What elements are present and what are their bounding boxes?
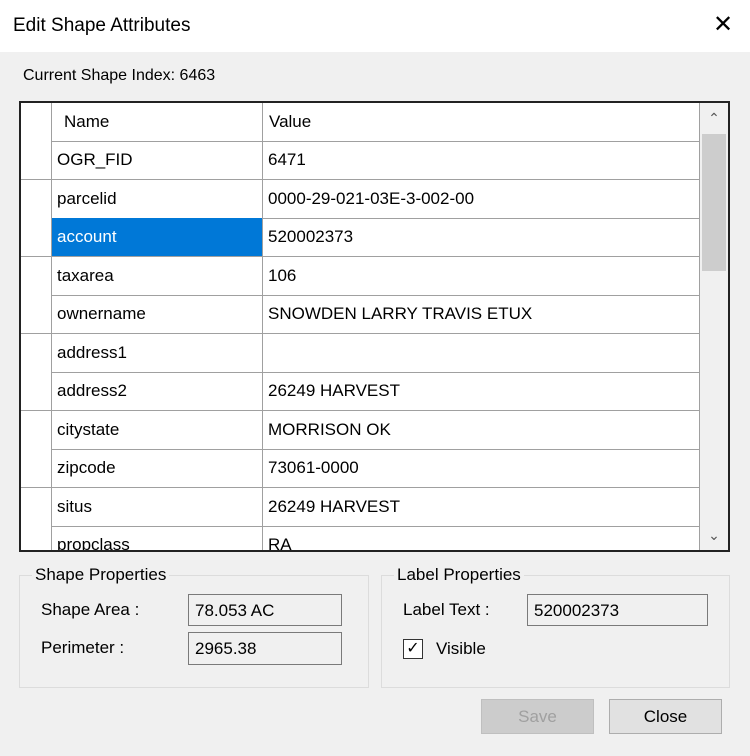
scroll-up-icon[interactable]: ⌃: [700, 103, 728, 133]
row-header[interactable]: [21, 218, 52, 257]
row-header-corner: [21, 103, 52, 142]
current-shape-index: Current Shape Index: 6463: [23, 67, 216, 84]
label-text-label: Label Text :: [403, 600, 490, 619]
scroll-down-icon[interactable]: ⌄: [700, 520, 728, 550]
visible-label[interactable]: Visible: [436, 639, 486, 659]
name-cell[interactable]: ownername: [52, 295, 263, 334]
table-row[interactable]: ownername SNOWDEN LARRY TRAVIS ETUX: [21, 295, 700, 334]
name-cell[interactable]: zipcode: [52, 449, 263, 488]
table-row[interactable]: account 520002373: [21, 218, 700, 257]
attribute-grid[interactable]: Name Value OGR_FID 6471 parcelid 0000-29-02…: [19, 101, 730, 552]
scroll-thumb[interactable]: [702, 134, 726, 271]
value-cell[interactable]: RA: [263, 526, 700, 550]
name-cell[interactable]: OGR_FID: [52, 141, 263, 180]
name-cell[interactable]: address2: [52, 372, 263, 411]
value-cell[interactable]: MORRISON OK: [263, 410, 700, 450]
table-row[interactable]: parcelid 0000-29-021-03E-3-002-00: [21, 179, 700, 219]
name-cell[interactable]: parcelid: [52, 179, 263, 219]
label-properties-title: Label Properties: [394, 565, 524, 585]
name-cell[interactable]: address1: [52, 333, 263, 373]
table-row[interactable]: zipcode 73061-0000: [21, 449, 700, 488]
table-row[interactable]: citystate MORRISON OK: [21, 410, 700, 450]
value-cell[interactable]: SNOWDEN LARRY TRAVIS ETUX: [263, 295, 700, 334]
value-cell[interactable]: 6471: [263, 141, 700, 180]
row-header[interactable]: [21, 526, 52, 550]
value-cell[interactable]: 520002373: [263, 218, 700, 257]
name-cell[interactable]: citystate: [52, 410, 263, 450]
shape-area-label: Shape Area :: [41, 600, 140, 619]
value-cell[interactable]: 0000-29-021-03E-3-002-00: [263, 179, 700, 219]
column-header-name[interactable]: Name: [52, 103, 263, 142]
row-header[interactable]: [21, 179, 52, 219]
visible-checkbox[interactable]: ✓: [403, 639, 423, 659]
column-header-value[interactable]: Value: [263, 103, 700, 142]
label-properties-group: Label Properties: [381, 565, 730, 688]
table-row[interactable]: situs 26249 HARVEST: [21, 487, 700, 527]
value-cell[interactable]: 73061-0000: [263, 449, 700, 488]
window-title: Edit Shape Attributes: [13, 15, 191, 36]
table-row[interactable]: OGR_FID 6471: [21, 141, 700, 180]
perimeter-label: Perimeter :: [41, 638, 125, 657]
save-button[interactable]: Save: [481, 699, 594, 734]
table-row[interactable]: propclass RA: [21, 526, 700, 550]
row-header[interactable]: [21, 256, 52, 296]
row-header[interactable]: [21, 141, 52, 180]
name-cell[interactable]: taxarea: [52, 256, 263, 296]
row-header[interactable]: [21, 295, 52, 334]
value-cell[interactable]: 106: [263, 256, 700, 296]
row-header[interactable]: [21, 449, 52, 488]
shape-properties-title: Shape Properties: [32, 565, 170, 585]
close-button[interactable]: Close: [609, 699, 722, 734]
shape-area-field: 78.053 AC: [188, 594, 342, 626]
grid-header: Name Value: [21, 103, 700, 142]
close-icon[interactable]: ✕: [708, 10, 738, 40]
perimeter-field: 2965.38: [188, 632, 342, 665]
name-cell[interactable]: propclass: [52, 526, 263, 550]
vertical-scrollbar[interactable]: ⌃ ⌄: [700, 103, 728, 550]
row-header[interactable]: [21, 487, 52, 527]
label-text-input[interactable]: 520002373: [527, 594, 708, 626]
table-row[interactable]: address2 26249 HARVEST: [21, 372, 700, 411]
name-cell[interactable]: situs: [52, 487, 263, 527]
table-row[interactable]: taxarea 106: [21, 256, 700, 296]
row-header[interactable]: [21, 372, 52, 411]
name-cell[interactable]: account: [52, 218, 263, 257]
value-cell[interactable]: 26249 HARVEST: [263, 372, 700, 411]
value-cell[interactable]: [263, 333, 700, 373]
row-header[interactable]: [21, 333, 52, 373]
value-cell[interactable]: 26249 HARVEST: [263, 487, 700, 527]
row-header[interactable]: [21, 410, 52, 450]
table-row[interactable]: address1: [21, 333, 700, 373]
title-bar: Edit Shape Attributes ✕: [0, 0, 750, 52]
